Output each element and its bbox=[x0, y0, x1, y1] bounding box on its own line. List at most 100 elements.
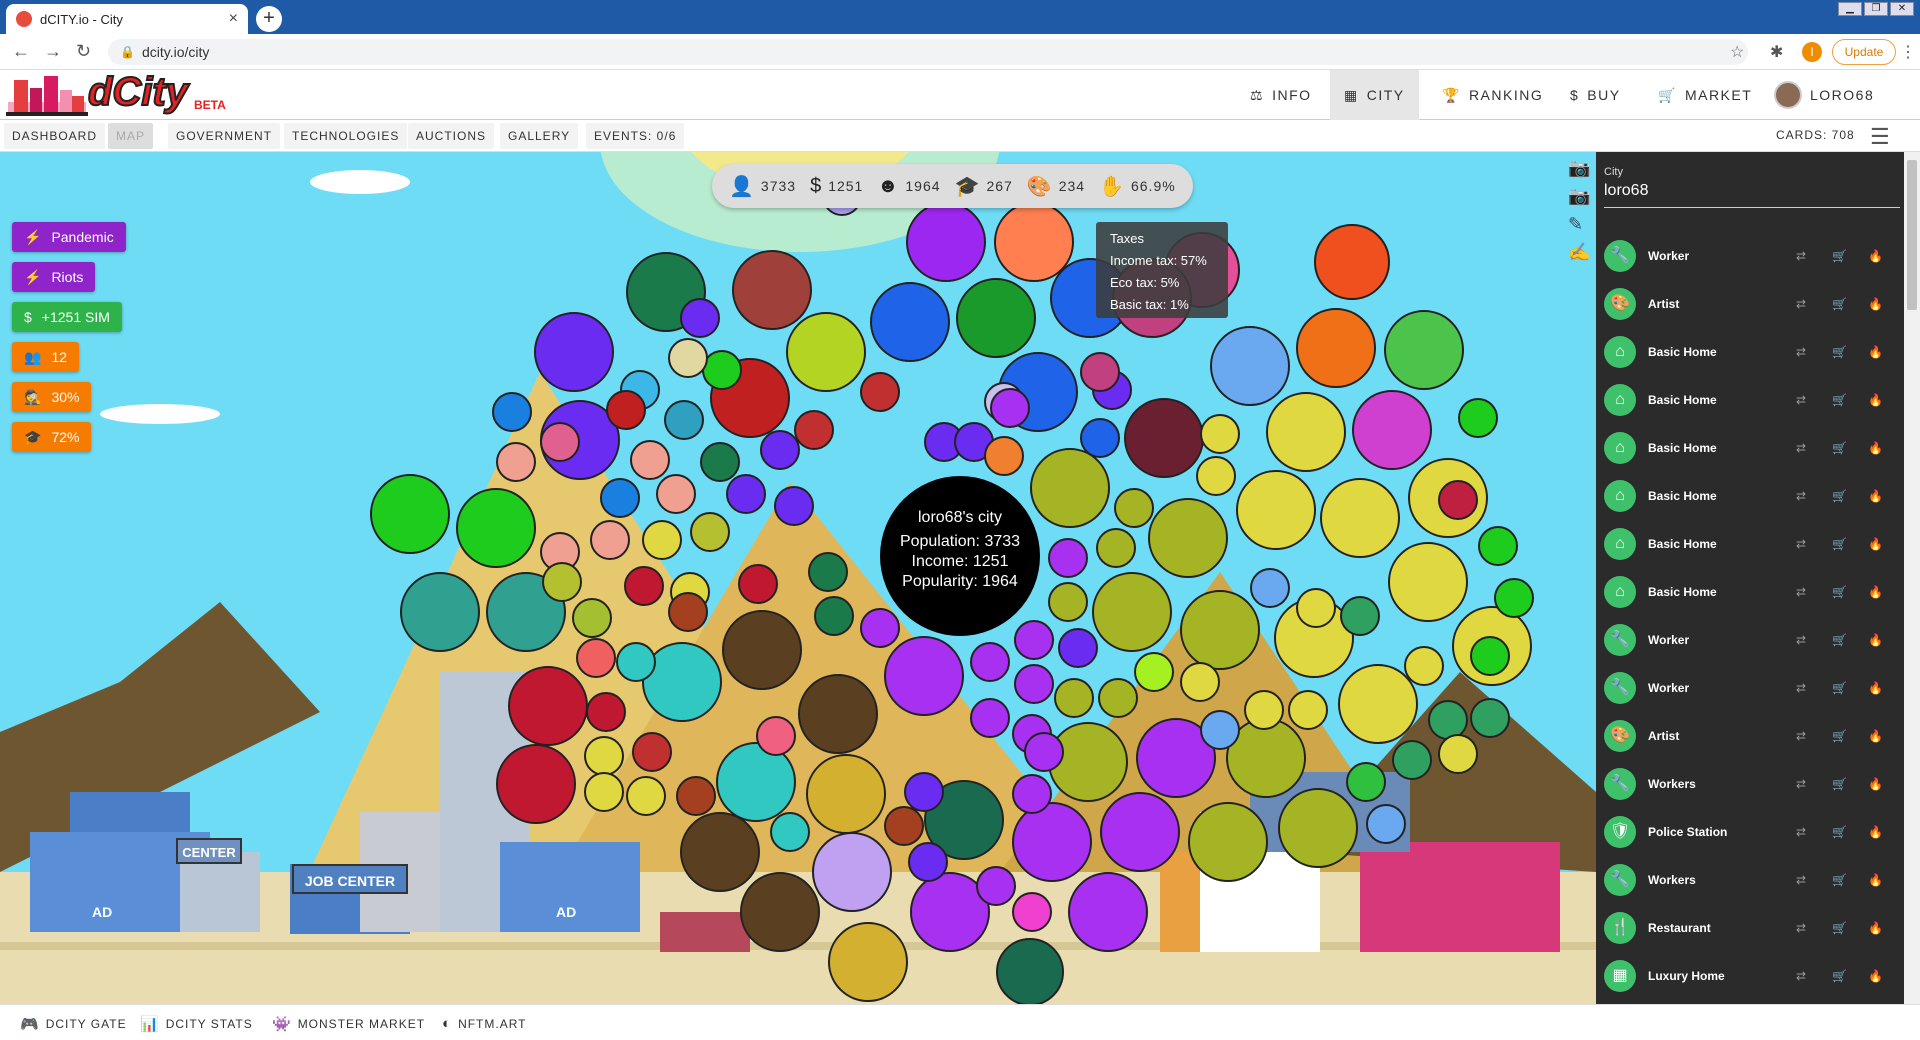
building-bubble[interactable] bbox=[508, 666, 588, 746]
building-bubble[interactable] bbox=[370, 474, 450, 554]
building-bubble[interactable] bbox=[1048, 538, 1088, 578]
building-bubble[interactable] bbox=[996, 938, 1064, 1004]
building-bubble[interactable] bbox=[624, 566, 664, 606]
sell-cart-icon[interactable]: 🛒 bbox=[1832, 249, 1847, 263]
burn-icon[interactable]: 🔥 bbox=[1868, 297, 1883, 311]
building-bubble[interactable] bbox=[1014, 620, 1054, 660]
building-bubble[interactable] bbox=[1320, 478, 1400, 558]
nav-user[interactable]: LORO68 bbox=[1760, 70, 1888, 120]
building-bubble[interactable] bbox=[906, 202, 986, 282]
building-bubble[interactable] bbox=[1288, 690, 1328, 730]
sidebar-scrollbar[interactable] bbox=[1904, 152, 1920, 1004]
building-bubble[interactable] bbox=[984, 436, 1024, 476]
extensions-icon[interactable]: ✱ bbox=[1770, 42, 1783, 62]
building-bubble[interactable] bbox=[542, 562, 582, 602]
building-bubble[interactable] bbox=[786, 312, 866, 392]
tab-auctions[interactable]: AUCTIONS bbox=[408, 123, 495, 149]
sell-cart-icon[interactable]: 🛒 bbox=[1832, 633, 1847, 647]
event-crime[interactable]: 🕵 30% bbox=[12, 382, 92, 412]
sell-cart-icon[interactable]: 🛒 bbox=[1832, 585, 1847, 599]
building-bubble[interactable] bbox=[722, 610, 802, 690]
building-bubble[interactable] bbox=[1054, 678, 1094, 718]
burn-icon[interactable]: 🔥 bbox=[1868, 681, 1883, 695]
footer-link-monster-market[interactable]: 👾 MONSTER MARKET bbox=[272, 1015, 425, 1033]
card-row[interactable]: ⌂ Basic Home ⇄ 🛒 🔥 bbox=[1596, 428, 1900, 468]
building-bubble[interactable] bbox=[606, 390, 646, 430]
building-bubble[interactable] bbox=[584, 736, 624, 776]
transfer-icon[interactable]: ⇄ bbox=[1796, 537, 1806, 551]
building-bubble[interactable] bbox=[584, 772, 624, 812]
building-bubble[interactable] bbox=[456, 488, 536, 568]
stat-education[interactable]: 🎓 267 bbox=[948, 174, 1020, 199]
building-bubble[interactable] bbox=[680, 812, 760, 892]
building-bubble[interactable] bbox=[534, 312, 614, 392]
transfer-icon[interactable]: ⇄ bbox=[1796, 633, 1806, 647]
card-row[interactable]: ⌂ Basic Home ⇄ 🛒 🔥 bbox=[1596, 476, 1900, 516]
transfer-icon[interactable]: ⇄ bbox=[1796, 489, 1806, 503]
maximize-button[interactable]: ❐ bbox=[1864, 2, 1888, 16]
building-bubble[interactable] bbox=[700, 442, 740, 482]
building-bubble[interactable] bbox=[1438, 734, 1478, 774]
building-bubble[interactable] bbox=[808, 552, 848, 592]
burn-icon[interactable]: 🔥 bbox=[1868, 633, 1883, 647]
nav-ranking[interactable]: 🏆 RANKING bbox=[1428, 70, 1557, 120]
sell-cart-icon[interactable]: 🛒 bbox=[1832, 921, 1847, 935]
building-bubble[interactable] bbox=[600, 478, 640, 518]
card-row[interactable]: ⌂ Basic Home ⇄ 🛒 🔥 bbox=[1596, 572, 1900, 612]
transfer-icon[interactable]: ⇄ bbox=[1796, 249, 1806, 263]
card-row[interactable]: ▦ Luxury Home ⇄ 🛒 🔥 bbox=[1596, 956, 1900, 996]
building-bubble[interactable] bbox=[572, 598, 612, 638]
building-bubble[interactable] bbox=[1296, 588, 1336, 628]
dcity-logo[interactable]: dCity BETA bbox=[6, 69, 226, 116]
building-bubble[interactable] bbox=[1388, 542, 1468, 622]
building-bubble[interactable] bbox=[1478, 526, 1518, 566]
card-row[interactable]: 🔧 Worker ⇄ 🛒 🔥 bbox=[1596, 668, 1900, 708]
building-bubble[interactable] bbox=[1250, 568, 1290, 608]
new-tab-button[interactable]: + bbox=[256, 6, 282, 32]
card-row[interactable]: 🛡 Police Station ⇄ 🛒 🔥 bbox=[1596, 812, 1900, 852]
magic-wand-icon[interactable]: ✎ bbox=[1568, 214, 1583, 235]
sell-cart-icon[interactable]: 🛒 bbox=[1832, 729, 1847, 743]
building-bubble[interactable] bbox=[956, 278, 1036, 358]
browser-tab[interactable]: dCITY.io - City × bbox=[6, 4, 248, 34]
sell-cart-icon[interactable]: 🛒 bbox=[1832, 873, 1847, 887]
transfer-icon[interactable]: ⇄ bbox=[1796, 825, 1806, 839]
burn-icon[interactable]: 🔥 bbox=[1868, 441, 1883, 455]
stat-income[interactable]: $1251 bbox=[803, 175, 870, 198]
minimize-button[interactable]: ▁ bbox=[1838, 2, 1862, 16]
building-bubble[interactable] bbox=[626, 776, 666, 816]
building-bubble[interactable] bbox=[1014, 664, 1054, 704]
sell-cart-icon[interactable]: 🛒 bbox=[1832, 681, 1847, 695]
back-icon[interactable]: ← bbox=[12, 41, 30, 62]
building-bubble[interactable] bbox=[668, 338, 708, 378]
building-bubble[interactable] bbox=[1470, 636, 1510, 676]
building-bubble[interactable] bbox=[884, 806, 924, 846]
building-bubble[interactable] bbox=[738, 564, 778, 604]
card-row[interactable]: 🔧 Worker ⇄ 🛒 🔥 bbox=[1596, 620, 1900, 660]
building-bubble[interactable] bbox=[970, 642, 1010, 682]
building-bubble[interactable] bbox=[492, 392, 532, 432]
footer-link-nftm-art[interactable]: ◐ NFTM.ART bbox=[442, 1015, 527, 1032]
city-summary-circle[interactable]: loro68's city Population: 3733 Income: 1… bbox=[880, 476, 1040, 636]
edit-icon[interactable]: ✍ bbox=[1568, 242, 1590, 263]
update-button[interactable]: Update bbox=[1832, 39, 1896, 65]
building-bubble[interactable] bbox=[496, 442, 536, 482]
profile-avatar[interactable]: I bbox=[1802, 42, 1822, 62]
building-bubble[interactable] bbox=[1114, 488, 1154, 528]
burn-icon[interactable]: 🔥 bbox=[1868, 921, 1883, 935]
building-bubble[interactable] bbox=[1068, 872, 1148, 952]
card-row[interactable]: ⌂ Basic Home ⇄ 🛒 🔥 bbox=[1596, 524, 1900, 564]
sell-cart-icon[interactable]: 🛒 bbox=[1832, 969, 1847, 983]
building-bubble[interactable] bbox=[1098, 678, 1138, 718]
building-bubble[interactable] bbox=[860, 372, 900, 412]
building-bubble[interactable] bbox=[794, 410, 834, 450]
building-bubble[interactable] bbox=[1096, 528, 1136, 568]
building-bubble[interactable] bbox=[576, 638, 616, 678]
building-bubble[interactable] bbox=[726, 474, 766, 514]
building-bubble[interactable] bbox=[1148, 498, 1228, 578]
sell-cart-icon[interactable]: 🛒 bbox=[1832, 825, 1847, 839]
tab-map[interactable]: MAP bbox=[108, 123, 154, 149]
building-bubble[interactable] bbox=[1314, 224, 1390, 300]
building-bubble[interactable] bbox=[680, 298, 720, 338]
building-bubble[interactable] bbox=[630, 440, 670, 480]
